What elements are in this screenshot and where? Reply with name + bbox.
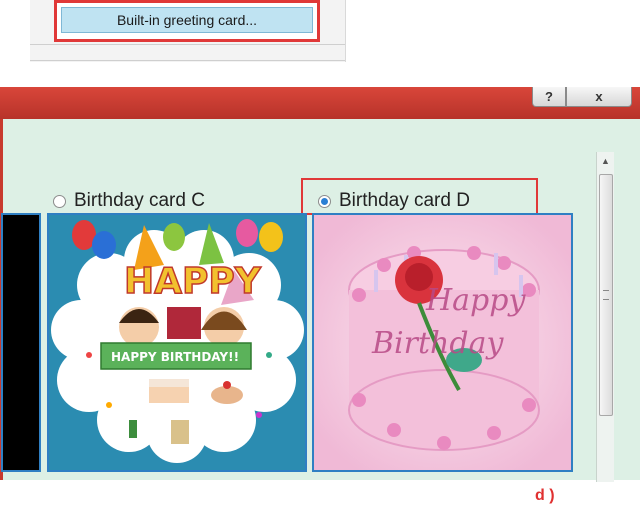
card-d-line1: Happy [425, 283, 526, 318]
help-button[interactable]: ? [532, 87, 566, 107]
dialog-client-area: Birthday card C Birthday card D HAPPY HA… [1, 119, 640, 504]
option-d-label: Birthday card D [339, 190, 470, 211]
menu-separator [30, 44, 345, 45]
card-b-preview[interactable] [1, 213, 41, 472]
card-c-headline: HAPPY [124, 261, 262, 302]
close-button[interactable]: x [566, 87, 632, 107]
builtin-greeting-card-menu-item[interactable]: Built-in greeting card... [61, 7, 313, 33]
card-d-preview[interactable]: Happy Birthday [312, 213, 573, 472]
greeting-card-dialog: ? x Birthday card C Birthday card D HAPP… [0, 87, 640, 504]
card-c-illustration: HAPPY HAPPY BIRTHDAY!! [51, 219, 304, 463]
menu-item-label: Built-in greeting card... [116, 12, 258, 28]
menu-separator [30, 60, 345, 61]
close-icon: x [595, 89, 603, 104]
radio-card-d[interactable] [318, 194, 331, 208]
vertical-scrollbar[interactable]: ▲ [596, 152, 614, 482]
option-birthday-card-d[interactable]: Birthday card D [318, 189, 470, 213]
scroll-up-icon[interactable]: ▲ [597, 154, 614, 168]
card-c-preview[interactable]: HAPPY HAPPY BIRTHDAY!! [47, 213, 307, 472]
step-label: d ) [535, 487, 555, 504]
card-d-illustration: Happy Birthday [314, 215, 571, 470]
scroll-thumb[interactable] [599, 174, 613, 416]
title-bar: ? x [0, 87, 640, 119]
card-c-banner-text: HAPPY BIRTHDAY!! [111, 350, 239, 364]
option-c-label: Birthday card C [74, 190, 205, 211]
option-birthday-card-c[interactable]: Birthday card C [53, 189, 205, 213]
card-d-line2: Birthday [371, 326, 504, 361]
radio-card-c[interactable] [53, 194, 66, 208]
help-icon: ? [545, 89, 553, 104]
grip-icon [603, 290, 609, 300]
menu-highlight-box: Built-in greeting card... [54, 0, 320, 42]
